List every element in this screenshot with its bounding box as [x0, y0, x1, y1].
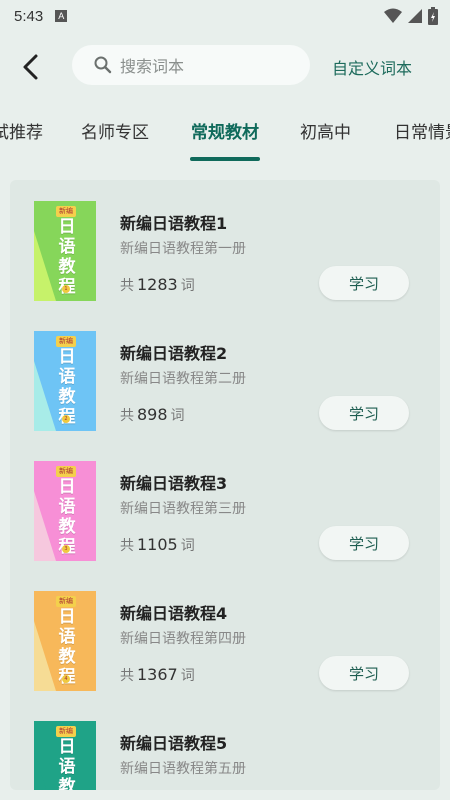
cover-title: 日语教程 [58, 737, 76, 790]
book-subtitle: 新编日语教程第五册 [120, 761, 246, 777]
list-item[interactable]: 新编 日语教程 1 新编日语教程1 新编日语教程第一册 共1283词 学习 [10, 180, 440, 310]
list-item[interactable]: 新编 日语教程 3 新编日语教程3 新编日语教程第三册 共1105词 学习 [10, 440, 440, 570]
category-tabs: 试推荐 名师专区 常规教材 初高中 日常情景 [0, 106, 450, 162]
cover-volume: 3 [62, 545, 70, 553]
header: 搜索词本 自定义词本 [0, 40, 450, 94]
tab-teachers[interactable]: 名师专区 [81, 118, 149, 143]
book-cover: 新编 日语教程 2 [34, 331, 96, 431]
notification-icon: A [55, 10, 68, 22]
cover-badge: 新编 [56, 206, 76, 217]
status-icons [384, 7, 438, 25]
word-count: 共 898 词 [120, 405, 185, 424]
tab-middle-high[interactable]: 初高中 [300, 118, 351, 143]
study-button[interactable]: 学习 [319, 266, 409, 300]
cover-badge: 新编 [56, 726, 76, 737]
search-icon [94, 56, 112, 74]
list-item[interactable]: 新编 日语教程 新编日语教程5 新编日语教程第五册 [10, 700, 440, 790]
status-time: 5:43 [14, 7, 44, 25]
chevron-left-icon [23, 54, 38, 80]
book-title: 新编日语教程5 [120, 734, 228, 753]
status-bar: 5:43 A [0, 0, 450, 32]
book-subtitle: 新编日语教程第三册 [120, 501, 246, 517]
cover-volume: 2 [62, 415, 70, 423]
study-button[interactable]: 学习 [319, 656, 409, 690]
book-title: 新编日语教程2 [120, 344, 228, 363]
book-title: 新编日语教程3 [120, 474, 228, 493]
cover-badge: 新编 [56, 596, 76, 607]
book-subtitle: 新编日语教程第二册 [120, 371, 246, 387]
book-subtitle: 新编日语教程第四册 [120, 631, 246, 647]
tab-indicator [190, 157, 260, 161]
list-item[interactable]: 新编 日语教程 4 新编日语教程4 新编日语教程第四册 共1367词 学习 [10, 570, 440, 700]
word-count: 共 1283 词 [120, 275, 195, 294]
list-item[interactable]: 新编 日语教程 2 新编日语教程2 新编日语教程第二册 共898词 学习 [10, 310, 440, 440]
study-button[interactable]: 学习 [319, 526, 409, 560]
tab-recommend[interactable]: 试推荐 [0, 118, 43, 143]
signal-icon [408, 9, 422, 23]
book-title: 新编日语教程4 [120, 604, 228, 623]
search-input[interactable]: 搜索词本 [72, 45, 310, 85]
wifi-icon [384, 8, 402, 23]
study-button[interactable]: 学习 [319, 396, 409, 430]
book-list: 新编 日语教程 1 新编日语教程1 新编日语教程第一册 共1283词 学习 新编… [10, 180, 440, 790]
book-subtitle: 新编日语教程第一册 [120, 241, 246, 257]
book-cover: 新编 日语教程 3 [34, 461, 96, 561]
cover-volume: 4 [62, 675, 70, 683]
tab-daily-scenes[interactable]: 日常情景 [394, 118, 450, 143]
tab-textbooks[interactable]: 常规教材 [191, 118, 259, 143]
cover-badge: 新编 [56, 466, 76, 477]
cover-badge: 新编 [56, 336, 76, 347]
word-count: 共 1367 词 [120, 665, 195, 684]
book-cover: 新编 日语教程 4 [34, 591, 96, 691]
book-title: 新编日语教程1 [120, 214, 228, 233]
custom-wordbook-link[interactable]: 自定义词本 [332, 55, 412, 79]
word-count: 共 1105 词 [120, 535, 195, 554]
search-placeholder: 搜索词本 [120, 57, 185, 76]
book-cover: 新编 日语教程 1 [34, 201, 96, 301]
cover-volume: 1 [62, 285, 70, 293]
back-button[interactable] [14, 50, 48, 84]
book-cover: 新编 日语教程 [34, 721, 96, 790]
battery-icon [428, 7, 438, 25]
